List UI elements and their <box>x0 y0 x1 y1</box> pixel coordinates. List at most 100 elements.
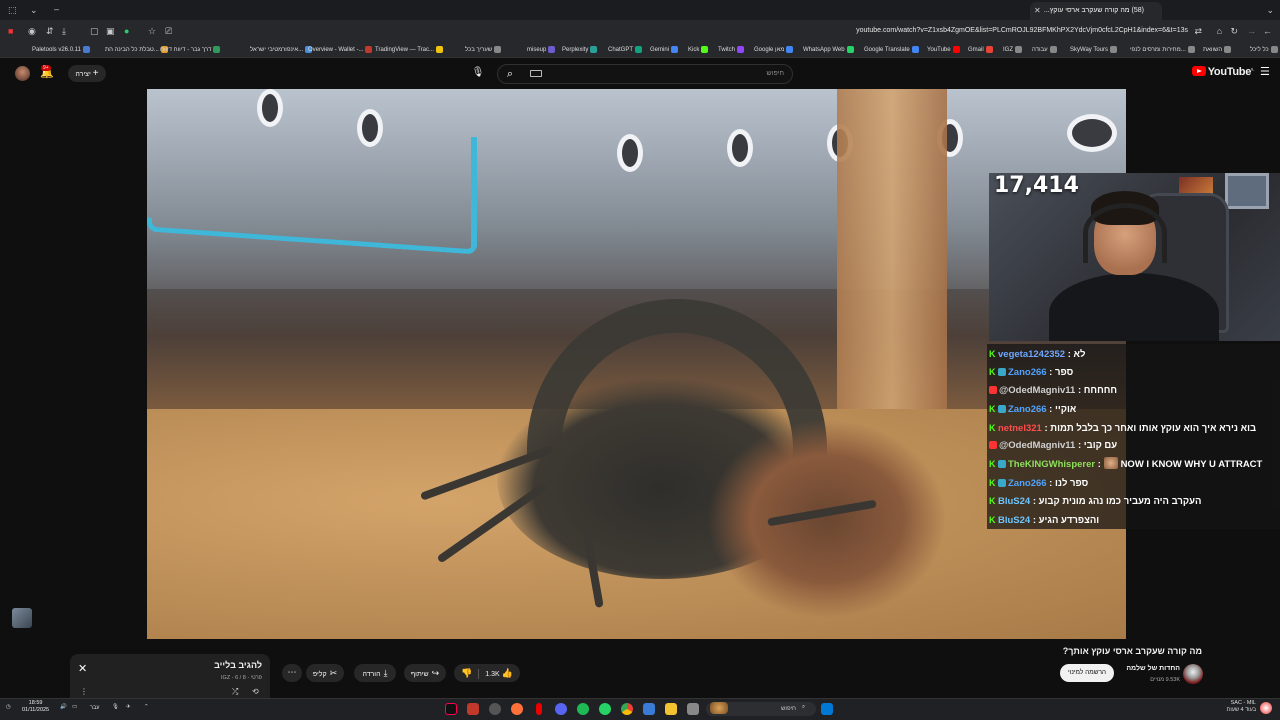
bookmark-item[interactable]: דרך גבר - דיווח דיווח <box>160 42 221 58</box>
app-icon[interactable] <box>536 703 542 715</box>
bookmark-item[interactable]: Google מאן <box>754 42 794 58</box>
youtube-logo[interactable]: YouTubeIL <box>1191 66 1254 78</box>
search-icon[interactable]: ⌕ <box>502 66 518 82</box>
app-icon[interactable] <box>489 703 501 715</box>
close-playlist-icon[interactable]: ✕ <box>78 662 87 675</box>
dislike-icon[interactable]: 👎 <box>461 668 472 678</box>
chat-username[interactable]: netnel321 <box>998 423 1042 434</box>
bookmark-item[interactable]: Paletools v26.0.11 <box>32 42 90 58</box>
bookmark-item[interactable]: Overview - Wallet -... <box>308 42 373 58</box>
bookmark-item[interactable]: Perplexity <box>562 42 598 58</box>
app-icon[interactable] <box>643 703 655 715</box>
subscribe-button[interactable]: הרשמה למינוי <box>1060 664 1114 682</box>
chat-username[interactable]: Zano266 <box>1008 367 1047 378</box>
whatsapp-icon[interactable] <box>599 703 611 715</box>
share-button[interactable]: ↪שיתוף <box>404 664 446 682</box>
bookmark-item[interactable]: שעריך בכל <box>465 42 502 58</box>
chat-username[interactable]: vegeta1242352 <box>998 349 1065 360</box>
bookmark-item[interactable]: Gmail <box>968 42 993 58</box>
chat-username[interactable]: @OdedMagniv11 <box>999 385 1075 396</box>
discord-icon[interactable] <box>555 703 567 715</box>
bookmark-item[interactable]: Gemini <box>650 42 679 58</box>
telegram-tray-icon[interactable]: ✈ <box>126 704 131 710</box>
bookmark-item[interactable]: עבודה <box>1032 42 1057 58</box>
bookmark-item[interactable]: Kick <box>688 42 709 58</box>
close-tab-icon[interactable]: ✕ <box>1034 2 1041 20</box>
loop-icon[interactable]: ⟲ <box>252 687 259 696</box>
url-field[interactable]: youtube.com/watch?v=Z1xsb4ZgmOE&list=PLC… <box>748 24 1188 38</box>
chat-username[interactable]: Zano266 <box>1008 404 1047 415</box>
bookmark-item[interactable]: Twitch <box>718 42 745 58</box>
file-explorer-icon[interactable] <box>665 703 677 715</box>
bookmark-star-icon[interactable]: ☆ <box>148 24 156 38</box>
account-avatar[interactable] <box>15 66 30 81</box>
spotify-icon[interactable] <box>577 703 589 715</box>
hamburger-menu-icon[interactable]: ☰ <box>1260 66 1272 78</box>
bookmark-item[interactable]: WhatsApp Web <box>803 42 854 58</box>
app-icon[interactable] <box>687 703 699 715</box>
extension-icon[interactable]: ▢ <box>90 24 99 38</box>
channel-avatar[interactable] <box>1183 664 1203 684</box>
tray-expand-icon[interactable]: ⌃ <box>144 704 149 710</box>
video-player[interactable] <box>147 89 1126 639</box>
voice-search-icon[interactable]: 🎙 <box>470 65 486 81</box>
chat-username[interactable]: BluS24 <box>998 515 1030 526</box>
like-icon[interactable]: 👍 <box>502 668 513 678</box>
firefox-icon[interactable] <box>511 703 523 715</box>
language-indicator[interactable]: עבר <box>90 705 99 711</box>
extension-icon[interactable]: ■ <box>8 24 13 38</box>
tab-search-icon[interactable]: ⌄ <box>30 3 38 17</box>
more-actions-button[interactable]: ⋯ <box>282 664 302 682</box>
window-menu-icon[interactable]: ⬚ <box>8 3 17 17</box>
chat-username[interactable]: BluS24 <box>998 496 1030 507</box>
site-settings-icon[interactable]: ⇄ <box>1194 24 1202 38</box>
mini-thumbnail[interactable] <box>12 608 32 628</box>
tab-list-icon[interactable]: ⌄ <box>1266 3 1274 17</box>
notification-icon[interactable]: ◷ <box>6 704 11 710</box>
home-icon[interactable]: ⌂ <box>1217 24 1222 38</box>
extension-icon[interactable]: ● <box>124 24 129 38</box>
network-icon[interactable]: ▭ <box>72 704 77 710</box>
windows-start-icon[interactable] <box>821 703 833 715</box>
bookmark-item[interactable]: YouTube <box>927 42 960 58</box>
market-widget[interactable]: SAC - MIL בעוד 4 שעות <box>1227 700 1256 714</box>
bookmark-item[interactable]: SkyWay Tours <box>1070 42 1118 58</box>
tiktok-icon[interactable] <box>445 703 457 715</box>
bookmark-item[interactable]: ChatGPT <box>608 42 643 58</box>
volume-icon[interactable]: 🔊 <box>60 704 67 710</box>
keyboard-icon[interactable] <box>530 70 542 77</box>
channel-name[interactable]: החדות של שלמה <box>1126 665 1180 672</box>
chat-username[interactable]: @OdedMagniv11 <box>999 440 1075 451</box>
bookmark-item[interactable]: TradingView — Trac... <box>375 42 444 58</box>
chat-username[interactable]: TheKINGWhisperer <box>1008 459 1095 470</box>
like-count[interactable]: 1.3K <box>485 671 499 678</box>
bookmark-item[interactable]: טבלת כל הבינה הת... <box>105 42 168 58</box>
tab-active[interactable]: ✕ (58) מה קורה שעקרב ארסי עוקץ... <box>1030 2 1162 20</box>
extension-icon[interactable]: ⇵ <box>46 24 54 38</box>
download-button[interactable]: ⤓הורדה <box>354 664 396 682</box>
bookmark-item[interactable]: IGZ <box>1003 42 1022 58</box>
chrome-icon[interactable] <box>621 703 633 715</box>
mic-tray-icon[interactable]: 🎙 <box>112 704 119 710</box>
create-button[interactable]: יצירה + <box>68 65 106 82</box>
minimize-icon[interactable]: – <box>54 2 59 16</box>
cast-icon[interactable]: ⎚ <box>165 24 172 38</box>
download-icon[interactable]: ⤓ <box>62 24 66 38</box>
extension-icon[interactable]: ◉ <box>28 24 36 38</box>
playlist-more-icon[interactable]: ⋮ <box>80 687 88 696</box>
bookmark-item[interactable]: השוואת <box>1203 42 1232 58</box>
app-icon[interactable] <box>467 703 479 715</box>
clip-button[interactable]: ✂קליפ <box>306 664 344 682</box>
bookmark-item[interactable]: מחירות ומרסים לנפי... <box>1130 42 1195 58</box>
playlist-title[interactable]: להגיב בלייב <box>214 660 262 670</box>
extension-icon[interactable]: ▣ <box>106 24 115 38</box>
forward-icon[interactable]: → <box>1247 24 1256 38</box>
back-icon[interactable]: ← <box>1263 24 1272 38</box>
bookmark-item[interactable]: כל ליכל <box>1250 42 1278 58</box>
bookmark-item[interactable]: Google Translate <box>864 42 919 58</box>
chat-username[interactable]: Zano266 <box>1008 478 1047 489</box>
reload-icon[interactable]: ↻ <box>1230 24 1238 38</box>
shuffle-icon[interactable]: ⤮ <box>232 687 238 697</box>
bookmark-item[interactable]: אינפורמטיבי ישראל... <box>250 42 313 58</box>
bookmark-item[interactable]: miseup <box>527 42 556 58</box>
